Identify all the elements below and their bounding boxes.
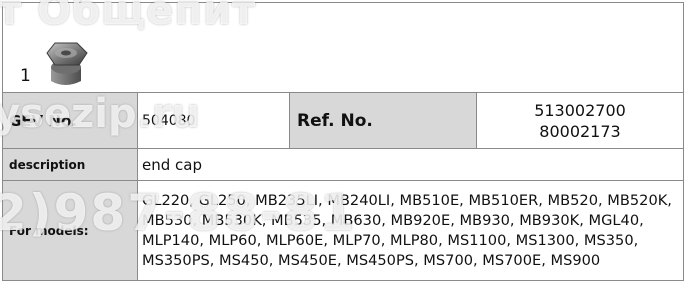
part-spec-table: 1 GEV No. 504080 Ref. No. 513002700 8000… [2,2,684,281]
image-row: 1 [2,2,684,93]
ref-label: Ref. No. [289,92,477,149]
gev-label: GEV No. [2,92,138,149]
description-label: description [2,148,138,181]
image-number: 1 [20,66,31,86]
spec-sheet: 1 GEV No. 504080 Ref. No. 513002700 8000… [0,0,688,291]
part-image-cell: 1 [2,2,684,93]
description-value: end cap [137,148,684,181]
description-row: description end cap [2,148,684,181]
models-value: GL220, GL250, MB235LI, MB240LI, MB510E, … [137,180,684,281]
models-row: For models: GL220, GL250, MB235LI, MB240… [2,180,684,281]
gev-value: 504080 [137,92,290,149]
ref-value-2: 80002173 [539,121,621,141]
end-cap-bolt-icon [46,42,88,85]
models-label: For models: [2,180,138,281]
ref-values-cell: 513002700 80002173 [476,92,684,149]
gev-ref-row: GEV No. 504080 Ref. No. 513002700 800021… [2,92,684,149]
ref-value-1: 513002700 [534,100,626,120]
